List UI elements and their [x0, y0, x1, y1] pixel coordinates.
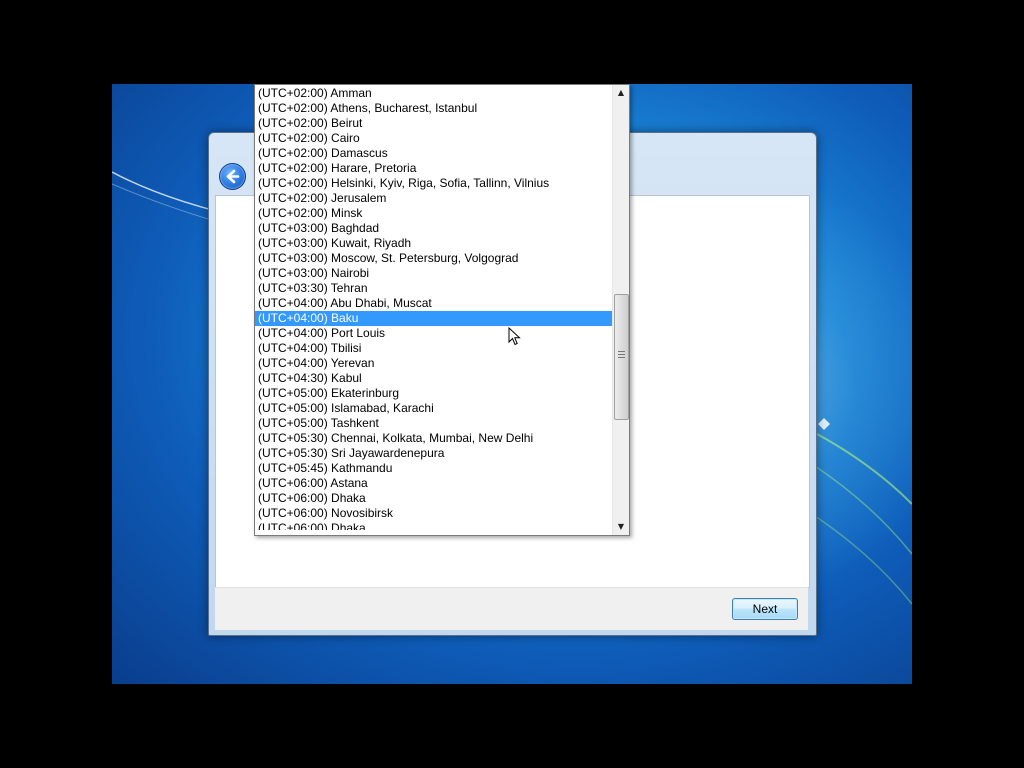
- timezone-item[interactable]: (UTC+04:00) Yerevan: [255, 356, 613, 371]
- timezone-item[interactable]: (UTC+02:00) Minsk: [255, 206, 613, 221]
- timezone-item[interactable]: (UTC+05:00) Tashkent: [255, 416, 613, 431]
- timezone-item-selected[interactable]: (UTC+04:00) Baku: [255, 311, 613, 326]
- timezone-item[interactable]: (UTC+04:00) Abu Dhabi, Muscat: [255, 296, 613, 311]
- timezone-item[interactable]: (UTC+05:30) Chennai, Kolkata, Mumbai, Ne…: [255, 431, 613, 446]
- timezone-item[interactable]: (UTC+02:00) Cairo: [255, 131, 613, 146]
- timezone-item[interactable]: (UTC+05:00) Ekaterinburg: [255, 386, 613, 401]
- timezone-item[interactable]: (UTC+02:00) Amman: [255, 86, 613, 101]
- screen: Next (UTC+02:00) Amman (UTC+02:00) Athens…: [0, 0, 1024, 768]
- timezone-item[interactable]: (UTC+02:00) Helsinki, Kyiv, Riga, Sofia,…: [255, 176, 613, 191]
- wizard-footer: Next: [215, 587, 808, 630]
- timezone-item[interactable]: (UTC+05:45) Kathmandu: [255, 461, 613, 476]
- back-arrow-icon: [226, 169, 240, 184]
- timezone-dropdown-list[interactable]: (UTC+02:00) Amman (UTC+02:00) Athens, Buc…: [254, 84, 630, 536]
- timezone-item[interactable]: (UTC+02:00) Beirut: [255, 116, 613, 131]
- timezone-item[interactable]: (UTC+02:00) Harare, Pretoria: [255, 161, 613, 176]
- timezone-item[interactable]: (UTC+03:00) Kuwait, Riyadh: [255, 236, 613, 251]
- timezone-item[interactable]: (UTC+02:00) Damascus: [255, 146, 613, 161]
- timezone-item[interactable]: (UTC+02:00) Jerusalem: [255, 191, 613, 206]
- timezone-item[interactable]: (UTC+04:00) Port Louis: [255, 326, 613, 341]
- timezone-item[interactable]: (UTC+03:00) Baghdad: [255, 221, 613, 236]
- next-button[interactable]: Next: [732, 598, 798, 620]
- timezone-item[interactable]: (UTC+06:00) Astana: [255, 476, 613, 491]
- dropdown-scrollbar[interactable]: ▲ ▼: [612, 85, 629, 535]
- timezone-item[interactable]: (UTC+06:00) Dhaka: [255, 491, 613, 506]
- timezone-item[interactable]: (UTC+03:00) Moscow, St. Petersburg, Volg…: [255, 251, 613, 266]
- timezone-item[interactable]: (UTC+04:00) Tbilisi: [255, 341, 613, 356]
- timezone-list: (UTC+02:00) Amman (UTC+02:00) Athens, Buc…: [255, 86, 613, 530]
- scroll-grip: [618, 351, 625, 358]
- scroll-down-arrow-icon[interactable]: ▼: [613, 519, 629, 535]
- timezone-item[interactable]: (UTC+06:00) Novosibirsk: [255, 506, 613, 521]
- scroll-thumb[interactable]: [614, 294, 629, 420]
- timezone-item[interactable]: (UTC+06:00) Dhaka: [255, 521, 613, 530]
- timezone-item[interactable]: (UTC+04:30) Kabul: [255, 371, 613, 386]
- timezone-item[interactable]: (UTC+05:30) Sri Jayawardenepura: [255, 446, 613, 461]
- timezone-item[interactable]: (UTC+05:00) Islamabad, Karachi: [255, 401, 613, 416]
- timezone-item[interactable]: (UTC+03:00) Nairobi: [255, 266, 613, 281]
- back-button[interactable]: [219, 163, 246, 190]
- scroll-up-arrow-icon[interactable]: ▲: [613, 85, 629, 101]
- timezone-item[interactable]: (UTC+02:00) Athens, Bucharest, Istanbul: [255, 101, 613, 116]
- mouse-pointer-icon: [508, 327, 521, 346]
- timezone-item[interactable]: (UTC+03:30) Tehran: [255, 281, 613, 296]
